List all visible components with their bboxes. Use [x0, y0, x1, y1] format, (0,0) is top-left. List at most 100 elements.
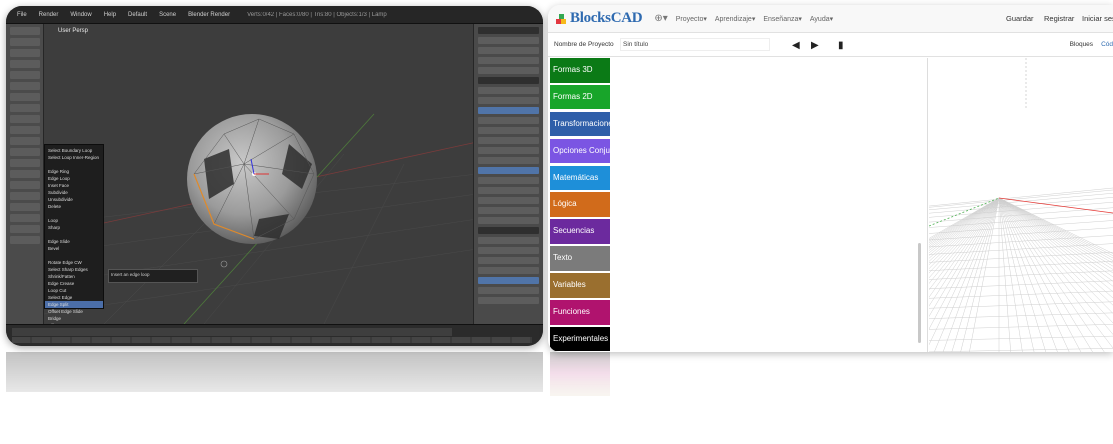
outliner-row[interactable] [478, 47, 539, 54]
category-10[interactable]: Experimentales [550, 326, 610, 352]
register-button[interactable]: Registrar [1044, 14, 1074, 23]
context-menu-item[interactable]: Edge Loop [45, 175, 103, 182]
category-0[interactable]: Formas 3D [550, 58, 610, 83]
viewport-header[interactable] [12, 328, 452, 336]
property-field[interactable] [478, 227, 539, 234]
nav-proyecto[interactable]: Proyecto▾ [676, 15, 707, 23]
tool-button[interactable] [10, 93, 40, 101]
context-menu-item[interactable]: Select Sharp Edges [45, 266, 103, 273]
property-field[interactable] [478, 237, 539, 244]
workspace-scrollbar[interactable] [918, 243, 921, 343]
context-menu-item[interactable]: Loop Cut [45, 287, 103, 294]
tool-button[interactable] [10, 203, 40, 211]
login-button[interactable]: Iniciar sesión [1082, 14, 1113, 23]
category-4[interactable]: Matemáticas [550, 165, 610, 191]
nav-aprendizaje[interactable]: Aprendizaje▾ [715, 15, 755, 23]
blocks-workspace[interactable] [610, 58, 928, 352]
context-menu-item[interactable]: Bevel [45, 245, 103, 252]
outliner-row[interactable] [478, 67, 539, 74]
tool-button[interactable] [10, 225, 40, 233]
tool-button[interactable] [10, 49, 40, 57]
category-2[interactable]: Transformaciones [550, 111, 610, 137]
menu-file[interactable]: File [14, 11, 30, 19]
category-8[interactable]: Variables [550, 273, 610, 298]
property-field[interactable] [478, 207, 539, 214]
tool-button[interactable] [10, 214, 40, 222]
globe-icon[interactable]: ⊕▾ [654, 13, 667, 24]
context-menu-item[interactable]: Select Loop Inner-Region [45, 154, 103, 161]
context-menu-item[interactable]: Edge Ring [45, 168, 103, 175]
property-field[interactable] [478, 197, 539, 204]
category-1[interactable]: Formas 2D [550, 84, 610, 110]
context-menu-item[interactable]: Rotate Edge CW [45, 259, 103, 266]
outliner-row[interactable] [478, 57, 539, 64]
nav-ayuda[interactable]: Ayuda▾ [810, 15, 833, 23]
context-menu-item[interactable]: Select Edge [45, 294, 103, 301]
3d-viewer[interactable] [929, 58, 1113, 352]
tool-button[interactable] [10, 192, 40, 200]
property-field[interactable] [478, 117, 539, 124]
property-field[interactable] [478, 87, 539, 94]
menu-render[interactable]: Render [36, 11, 62, 19]
context-menu-item[interactable]: Shrink/Fatten [45, 273, 103, 280]
context-menu-item[interactable]: Sharp [45, 224, 103, 231]
timeline-ruler[interactable] [12, 337, 532, 343]
engine-select[interactable]: Blender Render [185, 11, 233, 19]
tool-button[interactable] [10, 181, 40, 189]
outliner-row[interactable] [478, 27, 539, 34]
category-9[interactable]: Funciones [550, 300, 610, 325]
context-menu-item[interactable]: Subdivide [45, 189, 103, 196]
redo-icon[interactable]: ▶ [811, 40, 819, 51]
context-menu-item[interactable]: Select Boundary Loop [45, 147, 103, 154]
context-menu-item[interactable]: Unsubdivide [45, 196, 103, 203]
property-field[interactable] [478, 127, 539, 134]
brand[interactable]: BlocksCAD [556, 10, 643, 27]
property-field[interactable] [478, 167, 539, 174]
property-field[interactable] [478, 107, 539, 114]
menu-window[interactable]: Window [67, 11, 94, 19]
tool-button[interactable] [10, 82, 40, 90]
tool-button[interactable] [10, 71, 40, 79]
property-field[interactable] [478, 137, 539, 144]
property-field[interactable] [478, 297, 539, 304]
delete-icon[interactable]: ▮ [838, 40, 844, 51]
property-field[interactable] [478, 177, 539, 184]
property-field[interactable] [478, 147, 539, 154]
tab-codigo[interactable]: Cód [1101, 41, 1113, 48]
context-menu-item[interactable]: Offset Edge Slide [45, 308, 103, 315]
context-menu-item[interactable]: Inset Face [45, 182, 103, 189]
category-7[interactable]: Texto [550, 246, 610, 271]
nav-ensenanza[interactable]: Enseñanza▾ [763, 15, 802, 23]
layout-select[interactable]: Default [125, 11, 150, 19]
property-field[interactable] [478, 217, 539, 224]
properties-tabs[interactable] [478, 77, 539, 84]
property-field[interactable] [478, 267, 539, 274]
context-menu-item[interactable]: Edge Split [45, 301, 103, 308]
undo-icon[interactable]: ◀ [792, 40, 800, 51]
property-field[interactable] [478, 277, 539, 284]
category-6[interactable]: Secuencias [550, 219, 610, 244]
save-button[interactable]: Guardar [1006, 14, 1034, 23]
tool-button[interactable] [10, 148, 40, 156]
menu-help[interactable]: Help [101, 11, 119, 19]
property-field[interactable] [478, 97, 539, 104]
property-field[interactable] [478, 187, 539, 194]
context-menu-item[interactable]: Edge Slide [45, 238, 103, 245]
tab-bloques[interactable]: Bloques [1070, 41, 1094, 48]
scene-select[interactable]: Scene [156, 11, 179, 19]
category-3[interactable]: Opciones Conjuntos [550, 138, 610, 164]
property-field[interactable] [478, 287, 539, 294]
property-field[interactable] [478, 157, 539, 164]
tool-button[interactable] [10, 170, 40, 178]
category-5[interactable]: Lógica [550, 192, 610, 217]
context-menu-item[interactable]: Loop [45, 217, 103, 224]
tool-button[interactable] [10, 159, 40, 167]
tool-button[interactable] [10, 104, 40, 112]
3d-viewport[interactable]: User Persp Select Boundary Loop Select L… [44, 24, 477, 324]
outliner-row[interactable] [478, 37, 539, 44]
context-menu-item[interactable]: Delete [45, 203, 103, 210]
tool-button[interactable] [10, 38, 40, 46]
tool-button[interactable] [10, 137, 40, 145]
property-field[interactable] [478, 247, 539, 254]
context-menu-item[interactable]: Edge Crease [45, 280, 103, 287]
